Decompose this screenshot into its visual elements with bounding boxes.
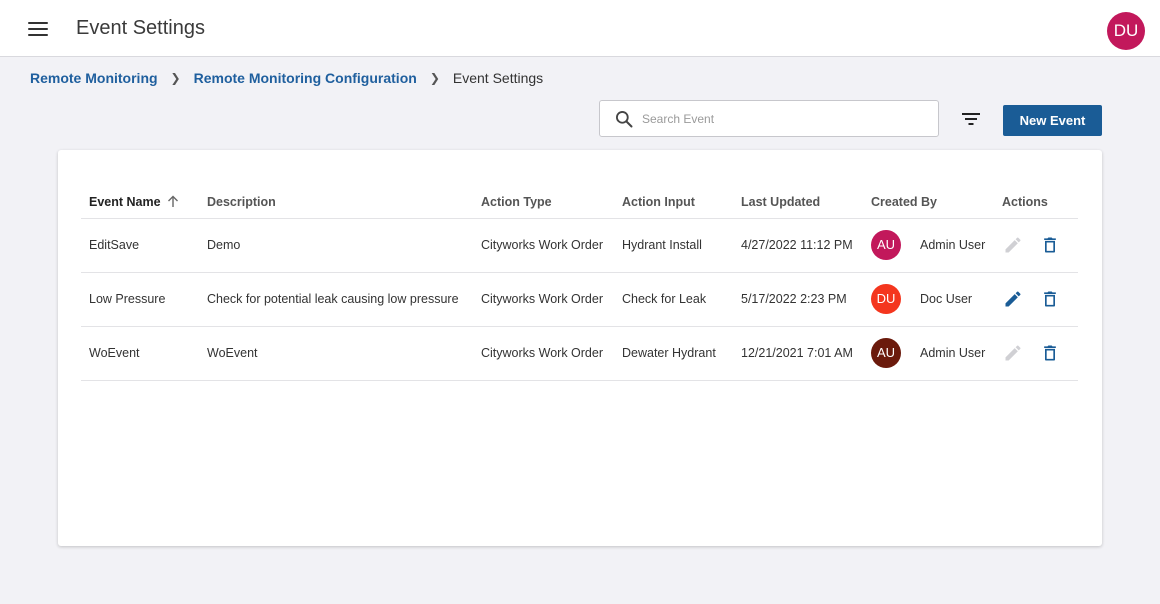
breadcrumb: Remote Monitoring ❯ Remote Monitoring Co…	[30, 70, 543, 86]
creator-name: Doc User	[920, 291, 973, 306]
page-title: Event Settings	[76, 17, 205, 39]
column-header-created-by[interactable]: Created By	[863, 186, 994, 219]
cell-last-updated: 5/17/2022 2:23 PM	[733, 272, 863, 327]
chevron-right-icon: ❯	[429, 71, 440, 85]
pencil-icon	[1005, 237, 1021, 253]
trash-icon	[1044, 345, 1056, 361]
cell-event-name: Low Pressure	[81, 272, 199, 327]
pencil-icon	[1005, 345, 1021, 361]
cell-action-type: Cityworks Work Order	[473, 326, 614, 381]
events-table: Event Name Description Action Type Actio…	[81, 186, 1078, 381]
cell-action-input: Dewater Hydrant	[614, 326, 733, 381]
delete-button[interactable]	[1039, 288, 1061, 310]
delete-button[interactable]	[1039, 342, 1061, 364]
top-bar: Event Settings DU	[0, 0, 1160, 57]
cell-actions	[994, 272, 1078, 327]
cell-created-by: DU Doc User	[863, 272, 994, 327]
cell-action-type: Cityworks Work Order	[473, 218, 614, 273]
trash-icon	[1044, 237, 1056, 253]
column-header-action-type[interactable]: Action Type	[473, 186, 614, 219]
breadcrumb-remote-monitoring[interactable]: Remote Monitoring	[30, 70, 158, 86]
column-header-last-updated[interactable]: Last Updated	[733, 186, 863, 219]
cell-actions	[994, 218, 1078, 273]
breadcrumb-current: Event Settings	[452, 70, 544, 86]
cell-description: Demo	[199, 218, 473, 273]
cell-action-type: Cityworks Work Order	[473, 272, 614, 327]
cell-created-by: AU Admin User	[863, 218, 994, 273]
table-header-row: Event Name Description Action Type Actio…	[81, 186, 1078, 219]
cell-event-name: EditSave	[81, 218, 199, 273]
breadcrumb-remote-monitoring-configuration[interactable]: Remote Monitoring Configuration	[194, 70, 417, 86]
cell-action-input: Check for Leak	[614, 272, 733, 327]
edit-button[interactable]	[1002, 288, 1024, 310]
column-header-event-name[interactable]: Event Name	[81, 186, 199, 219]
filter-icon[interactable]	[960, 110, 982, 128]
edit-button[interactable]	[1002, 234, 1024, 256]
chevron-right-icon: ❯	[170, 71, 181, 85]
cell-description: Check for potential leak causing low pre…	[199, 272, 473, 327]
trash-icon	[1044, 291, 1056, 307]
table-row[interactable]: WoEvent WoEvent Cityworks Work Order Dew…	[81, 326, 1078, 381]
creator-avatar: DU	[871, 284, 901, 314]
pencil-icon	[1005, 291, 1021, 307]
table-row[interactable]: EditSave Demo Cityworks Work Order Hydra…	[81, 218, 1078, 273]
cell-description: WoEvent	[199, 326, 473, 381]
edit-button[interactable]	[1002, 342, 1024, 364]
creator-avatar: AU	[871, 338, 901, 368]
creator-name: Admin User	[920, 345, 986, 360]
creator-avatar: AU	[871, 230, 901, 260]
cell-action-input: Hydrant Install	[614, 218, 733, 273]
cell-actions	[994, 326, 1078, 381]
creator-name: Admin User	[920, 237, 986, 252]
column-header-actions: Actions	[994, 186, 1078, 219]
cell-event-name: WoEvent	[81, 326, 199, 381]
delete-button[interactable]	[1039, 234, 1061, 256]
column-header-description[interactable]: Description	[199, 186, 473, 219]
search-icon	[616, 111, 633, 128]
sort-ascending-icon	[167, 195, 178, 207]
search-input[interactable]	[642, 107, 922, 131]
cell-last-updated: 4/27/2022 11:12 PM	[733, 218, 863, 273]
events-card: Event Name Description Action Type Actio…	[58, 150, 1102, 546]
table-row[interactable]: Low Pressure Check for potential leak ca…	[81, 272, 1078, 327]
cell-created-by: AU Admin User	[863, 326, 994, 381]
column-header-label: Event Name	[89, 194, 161, 209]
new-event-button[interactable]: New Event	[1003, 105, 1102, 136]
column-header-action-input[interactable]: Action Input	[614, 186, 733, 219]
hamburger-menu-icon[interactable]	[28, 22, 48, 38]
search-box	[599, 100, 939, 137]
user-avatar[interactable]: DU	[1107, 12, 1145, 50]
cell-last-updated: 12/21/2021 7:01 AM	[733, 326, 863, 381]
